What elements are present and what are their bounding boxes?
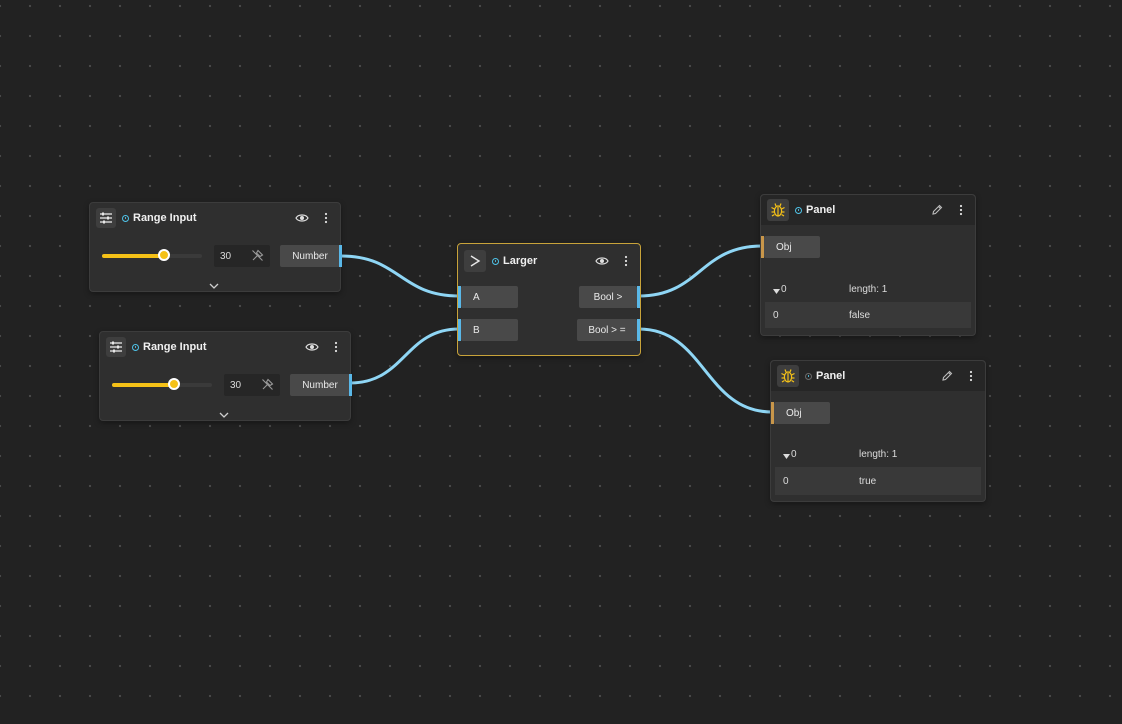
slider-thumb[interactable] <box>158 249 170 261</box>
panel-data-table: 0 length: 1 0 false <box>765 277 971 328</box>
output-bool-gte[interactable]: Bool > = <box>577 319 637 341</box>
range-input-node-1[interactable]: Range Input 30 Number <box>89 202 342 295</box>
slider-fill <box>112 383 174 387</box>
more-vertical-icon[interactable] <box>953 202 969 218</box>
more-vertical-icon[interactable] <box>318 210 334 226</box>
pin-off-icon[interactable] <box>251 249 264 265</box>
larger-node[interactable]: Larger A B Bool > Bool > = <box>457 243 641 356</box>
node-title: Range Input <box>143 341 207 353</box>
output-number[interactable]: Number <box>290 374 350 396</box>
status-dot-icon <box>132 343 139 351</box>
panel-data-table: 0 length: 1 0 true <box>775 442 981 495</box>
output-port[interactable] <box>339 245 342 267</box>
status-dot-icon <box>492 257 499 265</box>
node-title: Panel <box>816 370 846 382</box>
node-header[interactable]: Range Input <box>90 203 340 233</box>
row-key: 0 <box>791 449 797 460</box>
node-header[interactable]: Panel <box>771 361 985 391</box>
pencil-icon[interactable] <box>939 368 955 384</box>
more-vertical-icon[interactable] <box>618 253 634 269</box>
row-value: false <box>849 310 871 321</box>
wire-range1-to-a <box>340 254 460 298</box>
output-label: Number <box>292 250 328 262</box>
pin-off-icon[interactable] <box>261 378 274 394</box>
output-port-gte[interactable] <box>637 319 640 341</box>
node-header[interactable]: Larger <box>458 246 640 276</box>
row-key: 0 <box>773 310 779 321</box>
table-row[interactable]: 0 length: 1 <box>765 277 971 302</box>
wire-range2-to-b <box>349 327 460 385</box>
value-field[interactable]: 30 <box>224 374 280 396</box>
node-header[interactable]: Panel <box>761 195 975 225</box>
output-port-gt[interactable] <box>637 286 640 308</box>
caret-down-icon[interactable] <box>783 451 790 462</box>
input-label: Obj <box>786 407 802 419</box>
status-dot-icon <box>795 206 802 214</box>
value-field[interactable]: 30 <box>214 245 270 267</box>
input-obj[interactable]: Obj <box>764 236 820 258</box>
sliders-icon <box>106 337 126 357</box>
value-text: 30 <box>230 379 242 391</box>
chevron-down-icon[interactable] <box>218 406 230 424</box>
output-label: Bool > = <box>588 324 626 336</box>
panel-node-1[interactable]: Panel Obj 0 length: 1 0 false <box>760 194 976 336</box>
pencil-icon[interactable] <box>929 202 945 218</box>
eye-icon[interactable] <box>304 339 320 355</box>
row-value: length: 1 <box>859 449 898 460</box>
status-dot-icon <box>805 372 812 380</box>
input-label: A <box>473 291 480 303</box>
input-obj[interactable]: Obj <box>774 402 830 424</box>
node-title: Panel <box>806 204 836 216</box>
table-row[interactable]: 0 true <box>775 469 981 494</box>
node-title: Range Input <box>133 212 197 224</box>
greater-than-icon <box>464 250 486 272</box>
output-label: Number <box>302 379 338 391</box>
row-value: true <box>859 476 877 487</box>
more-vertical-icon[interactable] <box>963 368 979 384</box>
status-dot-icon <box>122 214 129 222</box>
node-title: Larger <box>503 255 538 267</box>
output-number[interactable]: Number <box>280 245 340 267</box>
table-row[interactable]: 0 false <box>765 303 971 328</box>
range-input-node-2[interactable]: Range Input 30 Number <box>99 331 352 424</box>
caret-down-icon[interactable] <box>773 286 780 297</box>
output-bool-gt[interactable]: Bool > <box>579 286 637 308</box>
table-row[interactable]: 0 length: 1 <box>775 442 981 467</box>
slider-thumb[interactable] <box>168 378 180 390</box>
eye-icon[interactable] <box>594 253 610 269</box>
more-vertical-icon[interactable] <box>328 339 344 355</box>
row-value: length: 1 <box>849 284 888 295</box>
input-a[interactable]: A <box>461 286 518 308</box>
node-header[interactable]: Range Input <box>100 332 350 362</box>
output-port[interactable] <box>349 374 352 396</box>
eye-icon[interactable] <box>294 210 310 226</box>
sliders-icon <box>96 208 116 228</box>
range-slider[interactable] <box>102 249 202 261</box>
bug-icon <box>767 199 789 221</box>
wire-bool-gt-to-panel1 <box>638 244 763 298</box>
input-label: Obj <box>776 241 792 253</box>
value-text: 30 <box>220 250 232 262</box>
row-key: 0 <box>783 476 789 487</box>
input-b[interactable]: B <box>461 319 518 341</box>
range-slider[interactable] <box>112 378 212 390</box>
wire-bool-gte-to-panel2 <box>638 327 773 414</box>
output-label: Bool > <box>593 291 623 303</box>
bug-icon <box>777 365 799 387</box>
input-label: B <box>473 324 480 336</box>
row-key: 0 <box>781 284 787 295</box>
panel-node-2[interactable]: Panel Obj 0 length: 1 0 true <box>770 360 986 502</box>
chevron-down-icon[interactable] <box>208 277 220 295</box>
slider-fill <box>102 254 164 258</box>
